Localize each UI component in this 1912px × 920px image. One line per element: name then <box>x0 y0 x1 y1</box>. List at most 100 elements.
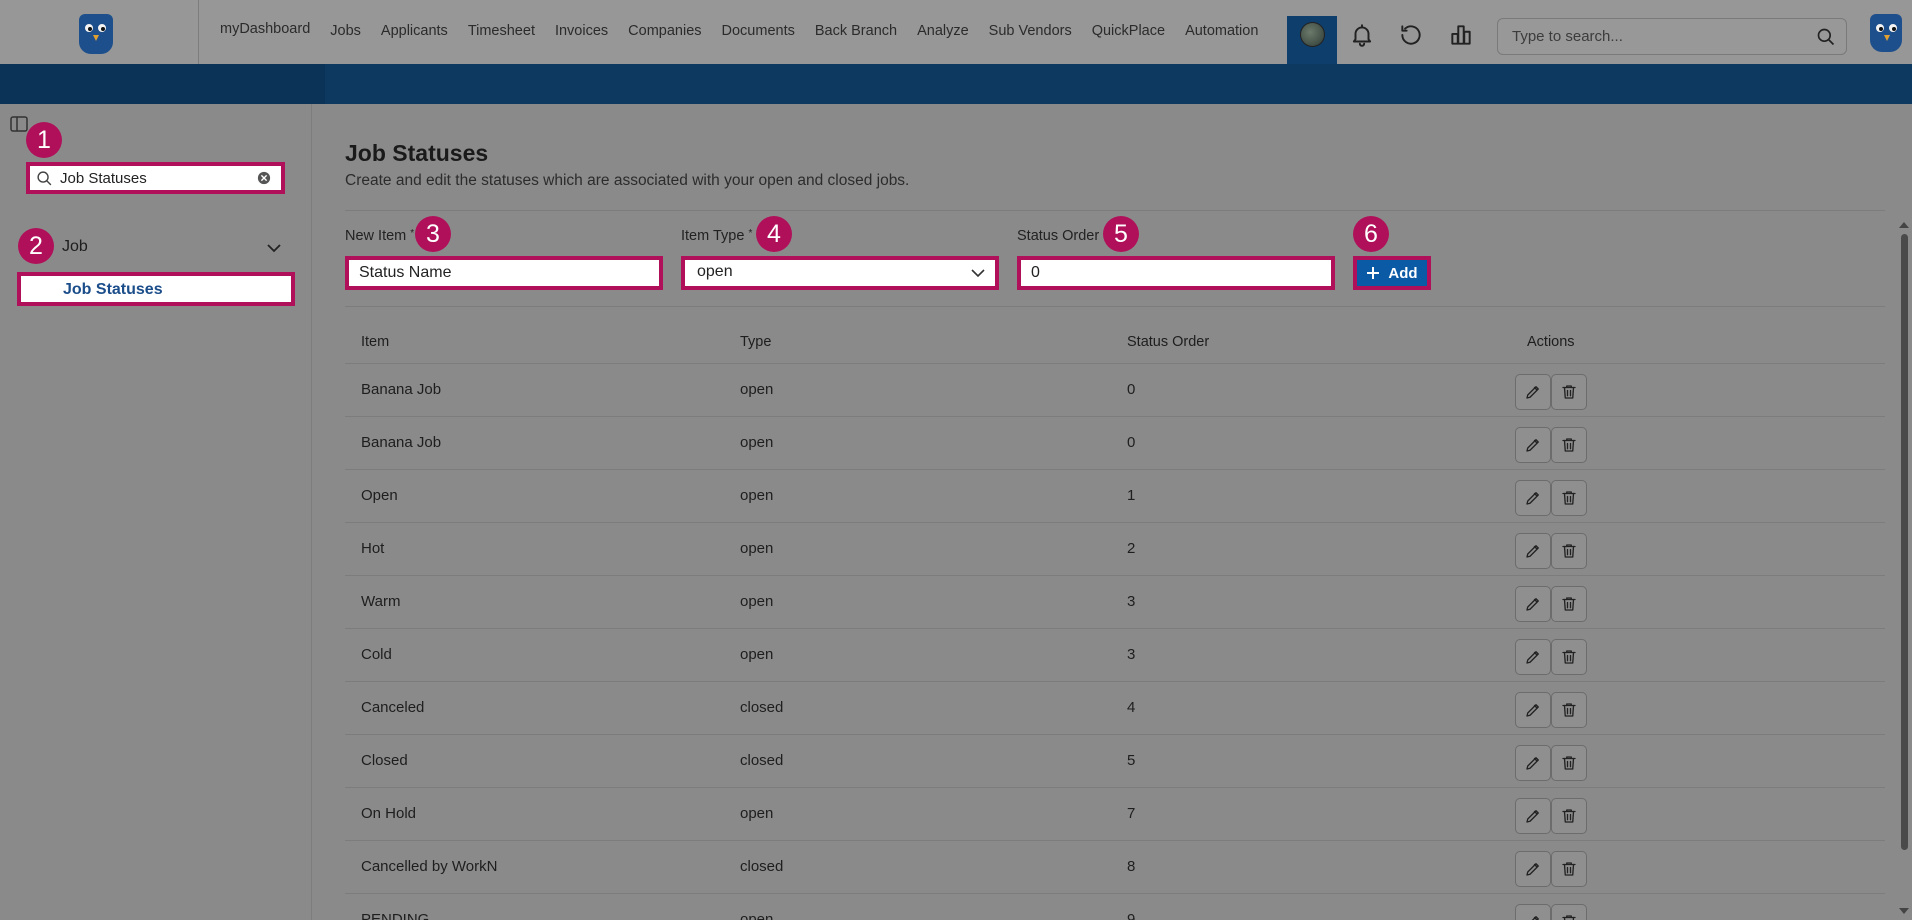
delete-button[interactable] <box>1551 904 1587 920</box>
nav-item-quickplace[interactable]: QuickPlace <box>1082 23 1175 39</box>
cell-item: Cancelled by WorkN <box>361 858 498 875</box>
edit-button[interactable] <box>1515 427 1551 463</box>
status-order-input[interactable] <box>1021 260 1331 286</box>
table-header: Item Type Status Order Actions <box>345 318 1885 364</box>
nav-item-back-branch[interactable]: Back Branch <box>805 23 907 39</box>
cell-status-order: 1 <box>1127 487 1136 504</box>
column-header-item[interactable]: Item <box>361 334 389 350</box>
new-item-input[interactable] <box>349 260 659 286</box>
history-icon[interactable] <box>1398 22 1424 48</box>
nav-item-automation[interactable]: Automation <box>1175 23 1268 39</box>
item-type-label: Item Type * <box>681 228 753 244</box>
table-row: Banana Job open 0 <box>345 417 1885 470</box>
add-button[interactable]: Add <box>1353 256 1431 290</box>
sidebar-search-input[interactable] <box>60 166 250 190</box>
cell-item: Cold <box>361 646 392 663</box>
delete-button[interactable] <box>1551 427 1587 463</box>
item-type-select[interactable]: open <box>681 256 999 290</box>
sidebar-item-label: Job Statuses <box>63 281 163 298</box>
cell-item: Closed <box>361 752 408 769</box>
scroll-up-arrow[interactable] <box>1899 222 1909 228</box>
main-content: Job Statuses Create and edit the statuse… <box>313 104 1912 920</box>
nav-item-invoices[interactable]: Invoices <box>545 23 618 39</box>
sub-header-tab <box>0 64 325 104</box>
nav-item-timesheet[interactable]: Timesheet <box>458 23 545 39</box>
delete-button[interactable] <box>1551 374 1587 410</box>
page-subtitle: Create and edit the statuses which are a… <box>345 172 910 189</box>
delete-button[interactable] <box>1551 798 1587 834</box>
chevron-down-icon[interactable] <box>266 241 282 255</box>
main-nav: myDashboard Jobs Applicants Timesheet In… <box>210 0 1268 64</box>
search-icon <box>37 171 52 186</box>
search-icon[interactable] <box>1816 27 1836 47</box>
cell-type: closed <box>740 699 784 716</box>
owl-logo-icon[interactable] <box>79 14 113 54</box>
cell-item: Hot <box>361 540 385 557</box>
scrollbar-thumb[interactable] <box>1901 234 1908 850</box>
status-order-field[interactable] <box>1017 256 1335 290</box>
new-item-field[interactable] <box>345 256 663 290</box>
edit-button[interactable] <box>1515 639 1551 675</box>
cell-status-order: 8 <box>1127 858 1136 875</box>
edit-button[interactable] <box>1515 798 1551 834</box>
nav-item-sub-vendors[interactable]: Sub Vendors <box>979 23 1082 39</box>
edit-button[interactable] <box>1515 586 1551 622</box>
edit-button[interactable] <box>1515 904 1551 920</box>
cell-status-order: 0 <box>1127 434 1136 451</box>
delete-button[interactable] <box>1551 586 1587 622</box>
owl-logo-icon[interactable] <box>1870 14 1902 52</box>
cell-type: open <box>740 593 774 610</box>
delete-button[interactable] <box>1551 692 1587 728</box>
column-header-actions: Actions <box>1527 334 1575 350</box>
nav-item-mydashboard[interactable]: myDashboard <box>210 21 320 37</box>
table-row: On Hold open 7 <box>345 788 1885 841</box>
column-header-status-order[interactable]: Status Order <box>1127 334 1209 350</box>
edit-button[interactable] <box>1515 692 1551 728</box>
nav-item-jobs[interactable]: Jobs <box>320 23 371 39</box>
cell-status-order: 0 <box>1127 381 1136 398</box>
table-row: PENDING open 9 <box>345 894 1885 920</box>
scroll-down-arrow[interactable] <box>1899 908 1909 914</box>
table-row: Closed closed 5 <box>345 735 1885 788</box>
sidebar-toggle-icon[interactable] <box>10 116 28 132</box>
column-header-type[interactable]: Type <box>740 334 771 350</box>
notification-bell-icon[interactable] <box>1349 22 1375 48</box>
delete-button[interactable] <box>1551 851 1587 887</box>
step-badge-1: 1 <box>26 122 62 158</box>
delete-button[interactable] <box>1551 639 1587 675</box>
clear-icon[interactable] <box>257 171 271 185</box>
edit-button[interactable] <box>1515 851 1551 887</box>
step-badge-6: 6 <box>1353 216 1389 252</box>
avatar[interactable] <box>1300 22 1325 47</box>
cell-status-order: 4 <box>1127 699 1136 716</box>
delete-button[interactable] <box>1551 533 1587 569</box>
step-badge-2: 2 <box>18 228 54 264</box>
edit-button[interactable] <box>1515 745 1551 781</box>
global-search-input[interactable] <box>1512 19 1812 54</box>
delete-button[interactable] <box>1551 745 1587 781</box>
sidebar-search[interactable] <box>26 162 285 194</box>
step-badge-4: 4 <box>756 216 792 252</box>
step-badge-5: 5 <box>1103 216 1139 252</box>
global-search[interactable] <box>1497 18 1847 55</box>
sidebar-item-job-statuses[interactable]: Job Statuses <box>17 272 295 306</box>
cell-type: open <box>740 646 774 663</box>
delete-button[interactable] <box>1551 480 1587 516</box>
table-row: Cancelled by WorkN closed 8 <box>345 841 1885 894</box>
edit-button[interactable] <box>1515 533 1551 569</box>
cell-type: closed <box>740 858 784 875</box>
cell-type: open <box>740 911 774 920</box>
cell-type: open <box>740 540 774 557</box>
nav-item-analyze[interactable]: Analyze <box>907 23 979 39</box>
cell-type: open <box>740 434 774 451</box>
sidebar-group-job[interactable]: Job <box>62 238 88 256</box>
nav-item-documents[interactable]: Documents <box>712 23 805 39</box>
cell-type: open <box>740 487 774 504</box>
nav-item-companies[interactable]: Companies <box>618 23 711 39</box>
edit-button[interactable] <box>1515 374 1551 410</box>
add-button-label: Add <box>1388 264 1418 282</box>
edit-button[interactable] <box>1515 480 1551 516</box>
analytics-icon[interactable] <box>1448 22 1474 48</box>
table-row: Warm open 3 <box>345 576 1885 629</box>
nav-item-applicants[interactable]: Applicants <box>371 23 458 39</box>
